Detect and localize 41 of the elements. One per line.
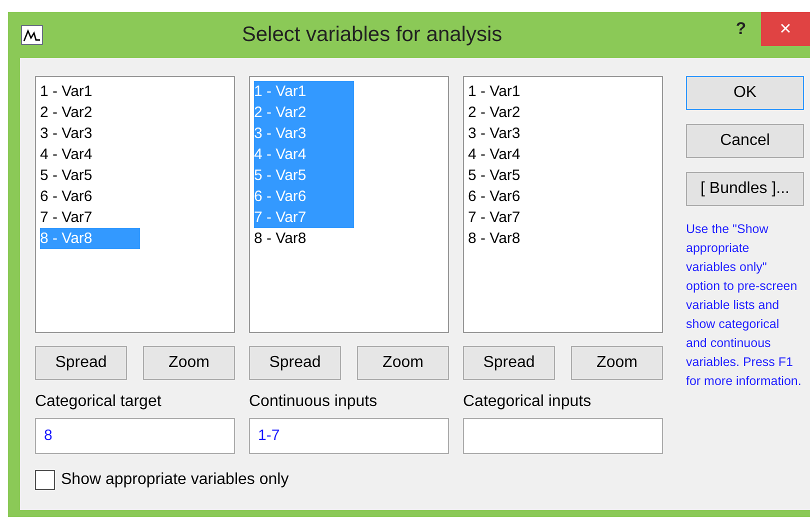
list-item[interactable]: 6 - Var6 (40, 186, 140, 207)
variable-list[interactable]: 1 - Var1 2 - Var2 3 - Var3 4 - Var4 5 - Var5 6 - Var6 7 - Var7 8 - Var8 (463, 76, 663, 333)
list-item[interactable]: 1 - Var1 (468, 81, 568, 102)
field-label: Continuous inputs (249, 392, 378, 410)
list-item[interactable]: 4 - Var4 (40, 144, 140, 165)
list-button[interactable]: Zoom (357, 346, 449, 380)
dialog-button[interactable]: OK (686, 76, 804, 110)
field-label: Categorical target (35, 392, 162, 410)
list-item[interactable]: 7 - Var7 (468, 207, 568, 228)
list-item[interactable]: 6 - Var6 (468, 186, 568, 207)
list-button[interactable]: Spread (463, 346, 555, 380)
help-button[interactable]: ? (721, 12, 761, 46)
checkbox[interactable] (35, 470, 55, 490)
help-text: Use the "Show appropriate variables only" option to pre-screen variable lists and show categorical and continuous variables. Press F1 for more information. (686, 221, 802, 390)
input-field[interactable]: 8 (35, 418, 235, 454)
list-item[interactable]: 4 - Var4 (468, 144, 568, 165)
field-label: Categorical inputs (463, 392, 592, 410)
list-item[interactable]: 2 - Var2 (40, 102, 140, 123)
variable-list[interactable]: 1 - Var1 2 - Var2 3 - Var3 4 - Var4 5 - Var5 6 - Var6 7 - Var7 8 - Var8 (249, 76, 449, 333)
list-item[interactable]: 8 - Var8 (254, 228, 354, 249)
dialog-button[interactable]: [ Bundles ]... (686, 172, 804, 206)
app-icon (21, 25, 43, 45)
window-title: Select variables for analysis (240, 22, 504, 48)
list-item[interactable]: 5 - Var5 (468, 165, 568, 186)
list-button[interactable]: Zoom (143, 346, 235, 380)
input-field[interactable]: 1-7 (249, 418, 449, 454)
list-item[interactable]: 3 - Var3 (40, 123, 140, 144)
list-item[interactable]: 2 - Var2 (468, 102, 568, 123)
input-field[interactable] (463, 418, 663, 454)
list-button[interactable]: Spread (35, 346, 127, 380)
close-button[interactable]: × (761, 12, 810, 46)
list-item[interactable]: 5 - Var5 (40, 165, 140, 186)
list-item[interactable]: 8 - Var8 (468, 228, 568, 249)
list-item[interactable]: 1 - Var1 (40, 81, 140, 102)
checkbox-label[interactable]: Show appropriate variables only (61, 468, 289, 492)
list-item[interactable]: 7 - Var7 (40, 207, 140, 228)
dialog-button[interactable]: Cancel (686, 124, 804, 158)
list-button[interactable]: Spread (249, 346, 341, 380)
list-button[interactable]: Zoom (571, 346, 663, 380)
list-item[interactable]: 3 - Var3 (468, 123, 568, 144)
variable-list[interactable]: 1 - Var1 2 - Var2 3 - Var3 4 - Var4 5 - Var5 6 - Var6 7 - Var7 8 - Var8 (35, 76, 235, 333)
